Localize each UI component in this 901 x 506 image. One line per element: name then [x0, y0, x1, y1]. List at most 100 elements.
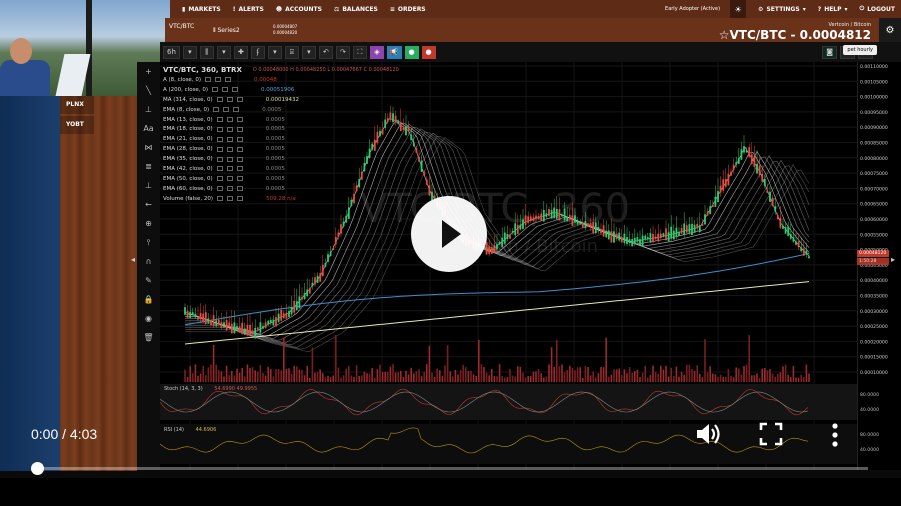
legend-row[interactable]: A (200, close, 0) 0.00051906	[163, 85, 399, 95]
legend-symbol[interactable]: VTC/BTC, 360, BTRX	[163, 66, 242, 74]
legend-toggle-icon[interactable]	[211, 87, 218, 93]
legend-row[interactable]: EMA (18, close, 0) 0.0005	[163, 124, 399, 134]
chevron-down-icon[interactable]: ▾	[301, 45, 316, 59]
legend-toggle-icon[interactable]	[216, 166, 223, 172]
legend-row[interactable]: EMA (8, close, 0) 0.0005	[163, 105, 399, 115]
ticker-symbol[interactable]: VTC/BTC	[169, 23, 194, 30]
legend-toggle-icon[interactable]	[236, 166, 243, 172]
play-button[interactable]	[411, 196, 487, 272]
nav-accounts[interactable]: ☻ ACCOUNTS	[276, 6, 322, 13]
progress-knob[interactable]	[31, 462, 44, 475]
measure-icon[interactable]: ⊥	[137, 176, 160, 195]
undo-icon[interactable]: ↶	[318, 45, 333, 59]
legend-toggle-icon[interactable]	[221, 87, 228, 93]
exchange-item[interactable]: YOBT	[60, 116, 94, 134]
legend-toggle-icon[interactable]	[217, 196, 224, 202]
legend-toggle-icon[interactable]	[226, 136, 233, 142]
legend-toggle-icon[interactable]	[216, 117, 223, 122]
legend-toggle-icon[interactable]	[236, 136, 243, 142]
buy-icon[interactable]: ●	[404, 45, 419, 59]
eye-icon[interactable]: ◉	[137, 309, 160, 328]
legend-toggle-icon[interactable]	[233, 107, 240, 113]
legend-toggle-icon[interactable]	[216, 126, 223, 132]
brush-icon[interactable]: ⫯	[137, 233, 160, 252]
legend-row[interactable]: EMA (35, close, 0) 0.0005	[163, 154, 399, 164]
trendline-icon[interactable]: ╲	[137, 81, 160, 100]
nav-help[interactable]: ? HELP ▾	[818, 6, 848, 13]
legend-toggle-icon[interactable]	[216, 136, 223, 142]
legend-toggle-icon[interactable]	[231, 87, 238, 93]
nav-settings[interactable]: ⚙ SETTINGS ▾	[758, 6, 806, 13]
pattern-icon[interactable]: ⋈	[137, 138, 160, 157]
legend-toggle-icon[interactable]	[226, 186, 233, 192]
legend-toggle-icon[interactable]	[216, 156, 223, 162]
legend-row[interactable]: EMA (50, close, 0) 0.0005	[163, 174, 399, 184]
candles-icon[interactable]: ⫼	[199, 45, 214, 59]
fullscreen-toggle-icon[interactable]	[759, 422, 783, 450]
legend-toggle-icon[interactable]	[216, 176, 223, 182]
legend-toggle-icon[interactable]	[226, 97, 233, 103]
legend-toggle-icon[interactable]	[226, 166, 233, 172]
camera-icon[interactable]: ◙	[822, 45, 837, 59]
legend-toggle-icon[interactable]	[236, 176, 243, 182]
legend-toggle-icon[interactable]	[226, 126, 233, 132]
sell-icon[interactable]: ●	[421, 45, 436, 59]
zoom-icon[interactable]: ⊕	[137, 214, 160, 233]
fib-icon[interactable]: ≣	[137, 157, 160, 176]
legend-row[interactable]: A (8, close, 0) 0.00048	[163, 75, 399, 85]
cursor-icon[interactable]: +	[137, 62, 160, 81]
legend-toggle-icon[interactable]	[236, 97, 243, 103]
legend-toggle-icon[interactable]	[213, 107, 220, 113]
legend-toggle-icon[interactable]	[227, 196, 234, 202]
collapse-right-icon[interactable]: ▸	[891, 255, 895, 264]
legend-toggle-icon[interactable]	[204, 77, 211, 83]
pencil-icon[interactable]: ✎	[137, 271, 160, 290]
legend-toggle-icon[interactable]	[236, 146, 243, 152]
legend-toggle-icon[interactable]	[237, 196, 244, 202]
chevron-down-icon[interactable]: ▾	[267, 45, 282, 59]
legend-row[interactable]: MA (314, close, 0) 0.00019432	[163, 95, 399, 105]
interval-selector[interactable]: 6h	[163, 45, 180, 59]
legend-toggle-icon[interactable]	[216, 97, 223, 103]
redo-icon[interactable]: ↷	[335, 45, 350, 59]
legend-row[interactable]: EMA (28, close, 0) 0.0005	[163, 144, 399, 154]
cube-icon[interactable]: ◈	[369, 45, 384, 59]
legend-toggle-icon[interactable]	[216, 186, 223, 192]
legend-toggle-icon[interactable]	[226, 117, 233, 122]
nav-logout[interactable]: ⏻ LOGOUT	[860, 5, 895, 13]
compare-icon[interactable]: ✚	[233, 45, 248, 59]
collapse-left-icon[interactable]: ◂	[131, 255, 135, 264]
exchange-item[interactable]: PLNX	[60, 96, 94, 114]
megaphone-icon[interactable]: 📢	[386, 45, 402, 59]
text-icon[interactable]: Aa	[137, 119, 160, 138]
legend-row[interactable]: EMA (60, close, 0) 0.0005	[163, 184, 399, 194]
lock-icon[interactable]: 🔒	[137, 290, 160, 309]
horizontal-line-icon[interactable]: ⊥	[137, 100, 160, 119]
legend-toggle-icon[interactable]	[226, 156, 233, 162]
legend-toggle-icon[interactable]	[224, 77, 231, 83]
legend-toggle-icon[interactable]	[216, 146, 223, 152]
nav-alerts[interactable]: ! ALERTS	[233, 6, 264, 13]
legend-toggle-icon[interactable]	[236, 156, 243, 162]
indicators-icon[interactable]: ʄ	[250, 45, 265, 59]
fullscreen-icon[interactable]: ⛶	[352, 45, 367, 59]
series-selector[interactable]: ⫴ Series2	[213, 27, 240, 35]
legend-toggle-icon[interactable]	[226, 146, 233, 152]
more-options-icon[interactable]	[830, 422, 840, 452]
legend-row[interactable]: EMA (13, close, 0) 0.0005	[163, 115, 399, 125]
chart-settings-icon[interactable]: ⚙	[879, 18, 901, 42]
legend-toggle-icon[interactable]	[236, 186, 243, 192]
volume-icon[interactable]	[694, 420, 722, 452]
magnet-icon[interactable]: ∩	[137, 252, 160, 271]
price-axis[interactable]: 0.00110000 0.00105000 0.00100000 0.00095000…	[857, 62, 901, 470]
legend-toggle-icon[interactable]	[236, 126, 243, 132]
nav-orders[interactable]: ≡ ORDERS	[390, 6, 426, 13]
templates-icon[interactable]: ⌸	[284, 45, 299, 59]
legend-toggle-icon[interactable]	[226, 176, 233, 182]
legend-toggle-icon[interactable]	[214, 77, 221, 83]
arrow-left-icon[interactable]: ←	[137, 195, 160, 214]
chevron-down-icon[interactable]: ▾	[216, 45, 231, 59]
legend-row[interactable]: Volume (false, 20) 509.28 n/a	[163, 194, 399, 204]
legend-toggle-icon[interactable]	[236, 117, 243, 122]
legend-toggle-icon[interactable]	[223, 107, 230, 113]
